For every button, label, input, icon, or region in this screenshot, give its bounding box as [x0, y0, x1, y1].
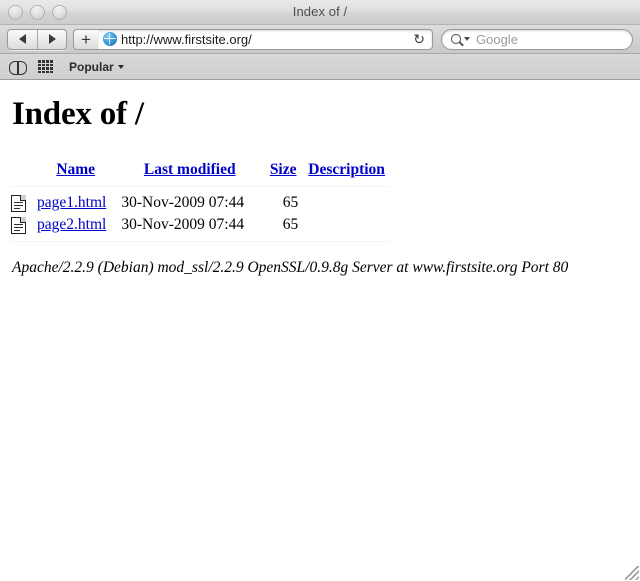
header-name[interactable]: Name — [37, 161, 121, 181]
browser-toolbar: + http://www.firstsite.org/ ↻ Google — [0, 25, 640, 54]
popular-label: Popular — [69, 59, 114, 74]
document-icon-lines — [14, 201, 23, 210]
header-description[interactable]: Description — [304, 161, 389, 181]
sort-by-size-link[interactable]: Size — [270, 161, 297, 178]
bookmark-folder-popular[interactable]: Popular — [69, 60, 124, 74]
sort-by-date-link[interactable]: Last modified — [144, 161, 236, 178]
header-divider-row — [11, 181, 389, 192]
file-link[interactable]: page1.html — [37, 194, 106, 211]
title-bar: Index of / — [0, 0, 640, 25]
chevron-left-icon — [19, 34, 26, 44]
document-icon-lines — [14, 223, 23, 232]
chevron-down-icon[interactable] — [464, 37, 470, 41]
header-size[interactable]: Size — [268, 161, 304, 181]
search-placeholder: Google — [476, 31, 518, 47]
reload-icon[interactable]: ↻ — [410, 31, 428, 48]
horizontal-rule — [11, 186, 389, 187]
search-input[interactable]: Google — [441, 28, 633, 50]
row-date-cell: 30-Nov-2009 07:44 — [121, 216, 245, 233]
footer-divider-row — [11, 236, 389, 247]
row-name-cell[interactable]: page2.html — [37, 214, 121, 236]
forward-button[interactable] — [37, 29, 66, 49]
window-title: Index of / — [292, 4, 348, 19]
table-header-row: Name Last modified Size Description — [11, 161, 389, 181]
row-date-cell: 30-Nov-2009 07:44 — [121, 194, 245, 211]
header-divider-cell — [11, 181, 389, 192]
top-sites-grid-icon[interactable] — [38, 60, 53, 73]
row-description-cell — [304, 192, 389, 214]
sort-by-description-link[interactable]: Description — [308, 161, 385, 178]
page-content: Index of / Name Last modified Size Descr… — [0, 80, 640, 580]
globe-icon — [103, 32, 117, 46]
page-title: Index of / — [12, 96, 144, 132]
header-last-modified[interactable]: Last modified — [121, 161, 268, 181]
navigation-button-group — [7, 28, 67, 50]
bookmarks-bar: Popular — [0, 54, 640, 80]
table-row: page1.html 30-Nov-2009 07:44 65 — [11, 192, 389, 214]
back-button[interactable] — [8, 30, 37, 49]
search-icon — [451, 34, 461, 44]
chevron-right-icon — [48, 34, 56, 44]
row-name-cell[interactable]: page1.html — [37, 192, 121, 214]
browser-window: Index of / + http://www.firstsite.org/ ↻… — [0, 0, 640, 581]
horizontal-rule — [11, 241, 389, 242]
add-bookmark-button[interactable]: + — [73, 28, 98, 50]
row-size-cell: 65 — [282, 216, 299, 233]
resize-grip[interactable] — [625, 566, 639, 580]
file-link[interactable]: page2.html — [37, 216, 106, 233]
sort-by-name-link[interactable]: Name — [56, 161, 95, 178]
address-bar[interactable]: http://www.firstsite.org/ ↻ — [98, 28, 433, 50]
footer-divider-cell — [11, 236, 389, 247]
url-text: http://www.firstsite.org/ — [121, 31, 252, 47]
row-icon-cell — [11, 214, 37, 236]
row-icon-cell — [11, 192, 37, 214]
book-icon[interactable] — [9, 60, 27, 75]
server-signature: Apache/2.2.9 (Debian) mod_ssl/2.2.9 Open… — [12, 259, 569, 276]
header-icon-column — [11, 161, 37, 181]
table-row: page2.html 30-Nov-2009 07:44 65 — [11, 214, 389, 236]
document-icon — [11, 194, 26, 212]
directory-listing-table: Name Last modified Size Description page… — [11, 161, 389, 247]
row-description-cell — [304, 214, 389, 236]
chevron-down-icon — [117, 64, 124, 69]
row-size-cell: 65 — [282, 194, 299, 211]
document-icon — [11, 216, 26, 234]
